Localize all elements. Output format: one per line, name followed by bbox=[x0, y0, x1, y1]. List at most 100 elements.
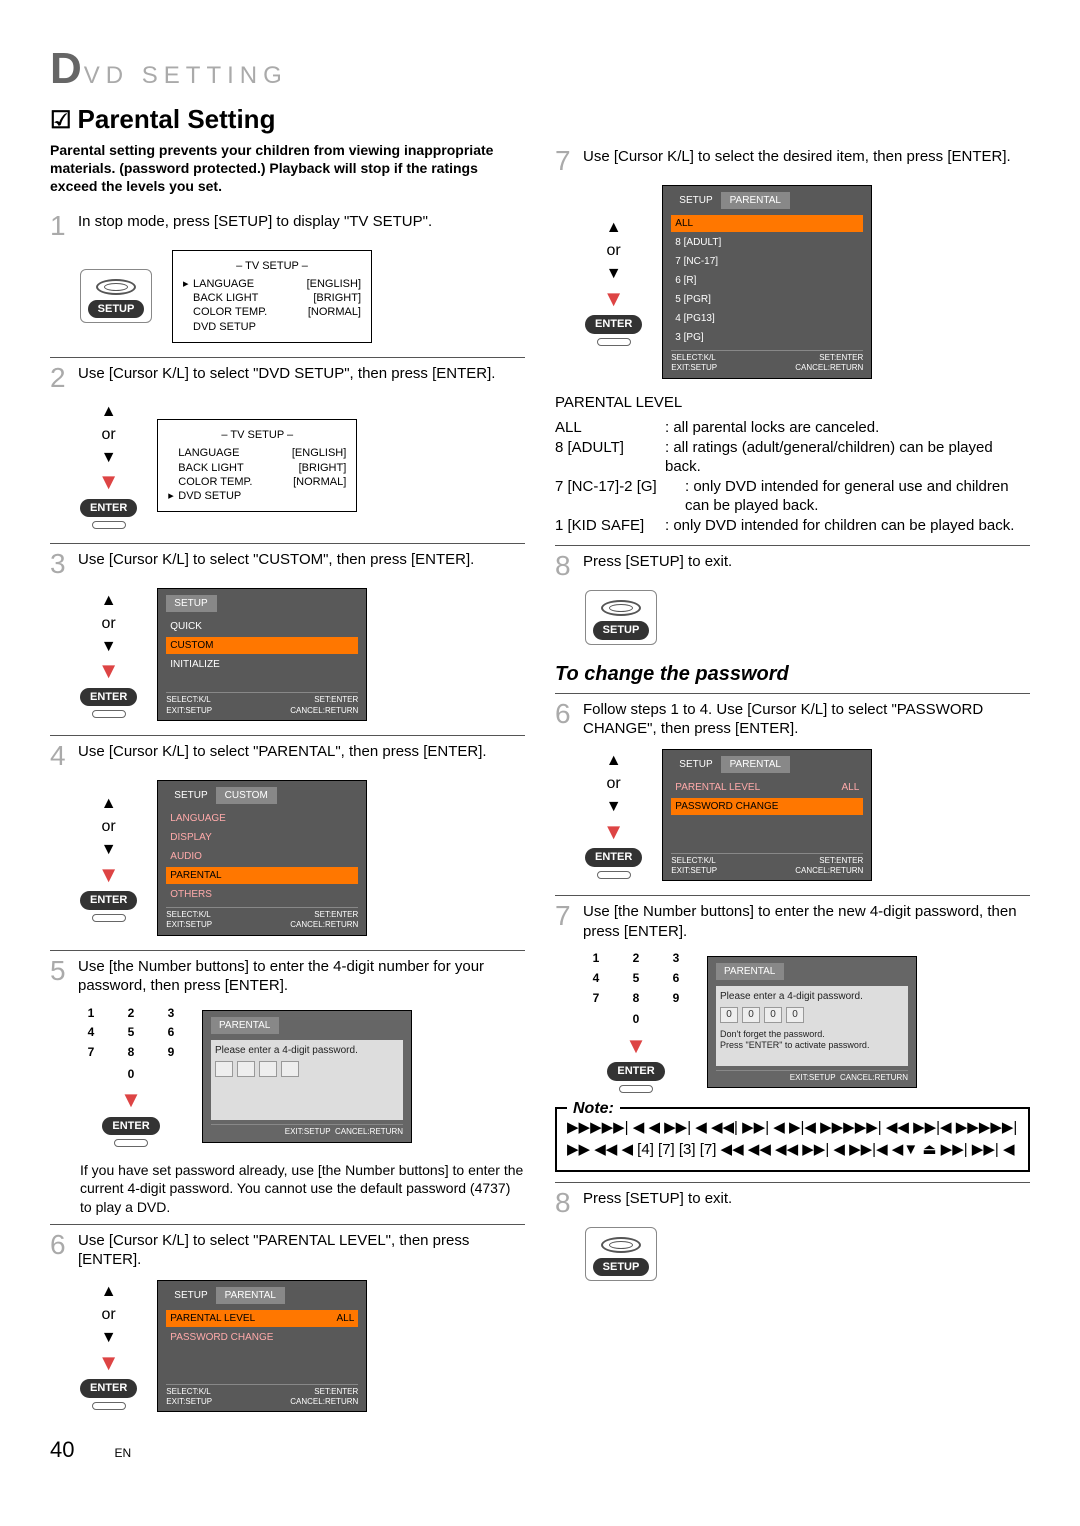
menu-item: 8 [ADULT] bbox=[671, 234, 863, 251]
section-title: ☑Parental Setting bbox=[50, 103, 1030, 137]
numpad-key: 9 bbox=[673, 991, 680, 1007]
numpad-key: 8 bbox=[128, 1045, 135, 1061]
password-hint-2: Press "ENTER" to activate password. bbox=[720, 1040, 904, 1052]
level-key: 1 [KID SAFE] bbox=[555, 516, 665, 536]
pw-digit-box: 0 bbox=[786, 1007, 804, 1023]
or-label: or bbox=[607, 241, 621, 262]
step-2: 2 Use [Cursor K/L] to select "DVD SETUP"… bbox=[50, 357, 525, 392]
or-label: or bbox=[607, 774, 621, 795]
enter-pill: ENTER bbox=[80, 1379, 137, 1397]
numpad-key: 6 bbox=[168, 1025, 175, 1041]
numpad-key: 4 bbox=[593, 971, 600, 987]
step-text: Press [SETUP] to exit. bbox=[583, 1189, 1030, 1209]
step-4: 4 Use [Cursor K/L] to select "PARENTAL",… bbox=[50, 735, 525, 770]
cursor-arrows: ▲ or ▼ ▼ ENTER bbox=[585, 751, 642, 878]
red-down-arrow-icon: ▼ bbox=[625, 1032, 647, 1061]
pw-digit-box bbox=[215, 1061, 233, 1077]
footer-text: CANCEL:RETURN bbox=[335, 1127, 403, 1136]
button-outline-icon bbox=[597, 338, 631, 346]
step-number: 5 bbox=[50, 957, 78, 985]
down-arrow-icon: ▼ bbox=[101, 448, 117, 469]
menu-item: PASSWORD CHANGE bbox=[166, 1329, 358, 1346]
pw-digit-box bbox=[237, 1061, 255, 1077]
right-column: 7 Use [Cursor K/L] to select the desired… bbox=[555, 141, 1030, 1427]
red-down-arrow-icon: ▼ bbox=[98, 1349, 120, 1378]
menu-item-selected: PARENTAL bbox=[166, 867, 358, 884]
menu-item: 3 [PG] bbox=[671, 329, 863, 346]
step-number: 7 bbox=[555, 902, 583, 930]
password-boxes: 0000 bbox=[720, 1007, 904, 1023]
cp-step8-visual: SETUP bbox=[585, 1227, 1030, 1281]
tab-parental: PARENTAL bbox=[722, 192, 790, 209]
cursor-arrows: ▲ or ▼ ▼ ENTER bbox=[585, 218, 642, 345]
step-6: 6 Use [Cursor K/L] to select "PARENTAL L… bbox=[50, 1224, 525, 1270]
pw-digit-box: 0 bbox=[764, 1007, 782, 1023]
step5-visual: 123 456 789 0 ▼ ENTER PARENTAL Please en… bbox=[80, 1006, 525, 1147]
page-header: D VD SETTING bbox=[50, 40, 1030, 97]
step-7: 7 Use [Cursor K/L] to select the desired… bbox=[555, 141, 1030, 175]
step-text: Use [Cursor K/L] to select the desired i… bbox=[583, 147, 1030, 167]
tab-parental: PARENTAL bbox=[716, 963, 784, 980]
footer-text: EXIT:SETUP bbox=[790, 1073, 836, 1082]
footer-text: SELECT:K/L bbox=[671, 353, 715, 362]
down-arrow-icon: ▼ bbox=[101, 840, 117, 861]
password-boxes bbox=[215, 1061, 399, 1077]
enter-pill: ENTER bbox=[80, 688, 137, 706]
step-text: Use [the Number buttons] to enter the ne… bbox=[583, 902, 1030, 941]
step7-visual: ▲ or ▼ ▼ ENTER SETUPPARENTAL ALL 8 [ADUL… bbox=[585, 185, 1030, 379]
parental-menu-screen-2: SETUPPARENTAL PARENTAL LEVELALL PASSWORD… bbox=[662, 749, 872, 882]
numpad-key: 1 bbox=[88, 1006, 95, 1022]
step-number: 3 bbox=[50, 550, 78, 578]
level-key: ALL bbox=[555, 418, 665, 438]
row-value: [ENGLISH] bbox=[307, 277, 361, 291]
password-enter-screen: PARENTAL Please enter a 4-digit password… bbox=[202, 1010, 412, 1142]
numpad-key: 0 bbox=[128, 1067, 135, 1083]
row-label: COLOR TEMP. bbox=[178, 476, 252, 488]
step2-visual: ▲ or ▼ ▼ ENTER – TV SETUP – LANGUAGE[ENG… bbox=[80, 402, 525, 529]
setup-button-graphic: SETUP bbox=[585, 590, 657, 644]
step-number: 4 bbox=[50, 742, 78, 770]
step-3: 3 Use [Cursor K/L] to select "CUSTOM", t… bbox=[50, 543, 525, 578]
row-label: BACK LIGHT bbox=[193, 292, 258, 304]
menu-item-selected: CUSTOM bbox=[166, 637, 358, 654]
menu-item: LANGUAGE bbox=[166, 810, 358, 827]
oval-icon bbox=[601, 600, 641, 616]
level-key: 8 [ADULT] bbox=[555, 438, 665, 477]
password-prompt: Please enter a 4-digit password. bbox=[215, 1045, 358, 1056]
step6-visual: ▲ or ▼ ▼ ENTER SETUPPARENTAL PARENTAL LE… bbox=[80, 1280, 525, 1413]
step-number: 8 bbox=[555, 1189, 583, 1217]
footer-text: EXIT:SETUP bbox=[671, 866, 717, 875]
footer-text: EXIT:SETUP bbox=[166, 1397, 212, 1406]
footer-text: SET:ENTER bbox=[314, 1387, 358, 1396]
step-text: Follow steps 1 to 4. Use [Cursor K/L] to… bbox=[583, 700, 1030, 739]
parental-menu-screen: SETUPPARENTAL PARENTAL LEVELALL PASSWORD… bbox=[157, 1280, 367, 1413]
step-number: 8 bbox=[555, 552, 583, 580]
red-down-arrow-icon: ▼ bbox=[98, 657, 120, 686]
button-outline-icon bbox=[619, 1085, 653, 1093]
setup-button-graphic: SETUP bbox=[585, 1227, 657, 1281]
footer-text: EXIT:SETUP bbox=[285, 1127, 331, 1136]
footer-text: CANCEL:RETURN bbox=[290, 920, 358, 929]
numpad-key: 8 bbox=[633, 991, 640, 1007]
step-text: Use [the Number buttons] to enter the 4-… bbox=[78, 957, 525, 996]
arrow-icon: ▸ bbox=[183, 277, 193, 291]
cp-step6-visual: ▲ or ▼ ▼ ENTER SETUPPARENTAL PARENTAL LE… bbox=[585, 749, 1030, 882]
step-text: Press [SETUP] to exit. bbox=[583, 552, 1030, 572]
cp-step7-visual: 123 456 789 0 ▼ ENTER PARENTAL Please en… bbox=[585, 951, 1030, 1092]
level-value: : all ratings (adult/general/children) c… bbox=[665, 438, 1030, 477]
note-body: ▶▶▶▶▶| ◀ ◀ ▶▶| ◀ ◀◀| ▶▶| ◀ ▶|◀ ▶▶▶▶▶| ◀◀… bbox=[567, 1117, 1018, 1162]
step8-visual: SETUP bbox=[585, 590, 1030, 644]
tab-custom: CUSTOM bbox=[217, 787, 277, 804]
tab-setup: SETUP bbox=[671, 756, 721, 773]
down-arrow-icon: ▼ bbox=[101, 637, 117, 658]
tab-setup: SETUP bbox=[671, 192, 721, 209]
setup-pill: SETUP bbox=[88, 300, 145, 318]
left-column: Parental setting prevents your children … bbox=[50, 141, 525, 1427]
footer-text: CANCEL:RETURN bbox=[840, 1073, 908, 1082]
tab-parental: PARENTAL bbox=[722, 756, 790, 773]
pw-digit-box: 0 bbox=[720, 1007, 738, 1023]
footer-text: CANCEL:RETURN bbox=[290, 706, 358, 715]
footer-text: SELECT:K/L bbox=[671, 856, 715, 865]
numpad-key: 3 bbox=[673, 951, 680, 967]
red-down-arrow-icon: ▼ bbox=[98, 861, 120, 890]
